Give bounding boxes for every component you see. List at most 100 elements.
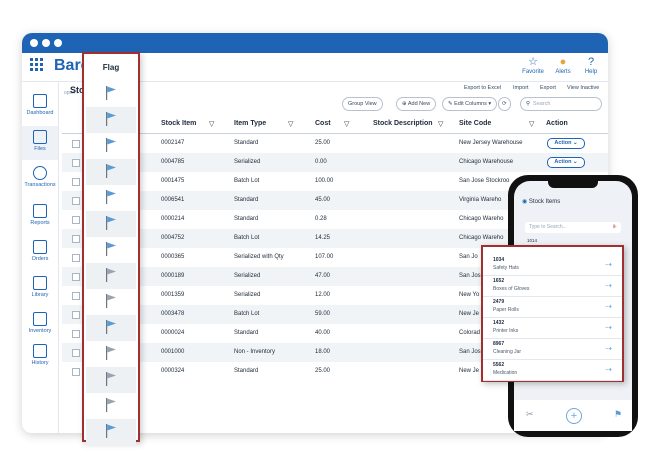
column-cost[interactable]: Cost <box>315 120 331 127</box>
sidebar-item-files[interactable]: Files <box>22 126 58 160</box>
row-checkbox[interactable] <box>72 159 80 167</box>
row-checkbox[interactable] <box>72 368 80 376</box>
favorite-button[interactable]: ☆ Favorite <box>516 55 550 75</box>
phone-peek-item: 1014 <box>527 238 538 243</box>
cell-cost: 14.25 <box>315 235 331 241</box>
row-checkbox[interactable] <box>72 292 80 300</box>
filter-icon[interactable]: ▽ <box>529 120 534 128</box>
phone-search-input[interactable]: Type to Search... ⊪ <box>525 222 621 233</box>
sidebar-item-library[interactable]: Library <box>22 276 58 304</box>
barcode-icon[interactable]: ⊪ <box>613 222 617 233</box>
list-item[interactable]: 2479 Paper Rolls ⇢ <box>483 296 622 318</box>
export-link[interactable]: Export <box>540 85 556 91</box>
sidebar-item-label: Reports <box>30 220 50 226</box>
import-link[interactable]: Import <box>513 85 529 91</box>
flag-icon[interactable]: ⚑ <box>614 409 622 420</box>
flag-cell[interactable] <box>86 159 136 185</box>
arrow-right-icon[interactable]: ⇢ <box>605 302 612 311</box>
item-number: 8967 <box>493 341 505 347</box>
cell-stock-item: 0003478 <box>161 311 185 317</box>
cell-site-code: New Jersey Warehouse <box>459 140 523 146</box>
cell-stock-item: 0000214 <box>161 216 185 222</box>
row-checkbox[interactable] <box>72 216 80 224</box>
row-checkbox[interactable] <box>72 235 80 243</box>
phone-title: ◉ Stock Items <box>522 198 560 205</box>
cell-site-code: San Jos <box>459 349 481 355</box>
flag-cell[interactable] <box>86 81 136 107</box>
list-item[interactable]: 1034 Safety Hats ⇢ <box>483 254 622 276</box>
list-item[interactable]: 5562 Medication ⇢ <box>483 359 622 381</box>
add-new-button[interactable]: ⊕ Add New <box>396 97 437 111</box>
flag-cell[interactable] <box>86 107 136 133</box>
edit-columns-button[interactable]: ✎ Edit Columns ▾ <box>442 97 498 111</box>
sidebar-item-label: History <box>31 360 49 366</box>
filter-icon[interactable]: ▽ <box>344 120 349 128</box>
help-button[interactable]: ? Help <box>574 55 608 75</box>
window-dot-icon[interactable] <box>42 39 50 47</box>
sidebar-item-label: Transactions <box>24 182 56 188</box>
row-checkbox[interactable] <box>72 178 80 186</box>
flag-cell[interactable] <box>86 211 136 237</box>
flag-cell[interactable] <box>86 419 136 445</box>
tools-icon[interactable]: ✂ <box>526 409 534 420</box>
flag-cell[interactable] <box>86 315 136 341</box>
row-checkbox[interactable] <box>72 349 80 357</box>
phone-add-button[interactable]: + <box>566 408 582 424</box>
arrow-right-icon[interactable]: ⇢ <box>605 323 612 332</box>
question-icon: ? <box>587 56 595 68</box>
row-checkbox[interactable] <box>72 140 80 148</box>
arrow-right-icon[interactable]: ⇢ <box>605 260 612 269</box>
cell-item-type: Serialized <box>234 273 261 279</box>
sidebar-item-orders[interactable]: Orders <box>22 240 58 268</box>
row-checkbox[interactable] <box>72 197 80 205</box>
search-input[interactable]: ⚲ Search <box>520 97 602 111</box>
cell-item-type: Serialized <box>234 292 261 298</box>
row-checkbox[interactable] <box>72 311 80 319</box>
sidebar-item-transactions[interactable]: Transactions <box>22 166 58 194</box>
filter-icon[interactable]: ▽ <box>288 120 293 128</box>
arrow-right-icon[interactable]: ⇢ <box>605 281 612 290</box>
window-dot-icon[interactable] <box>54 39 62 47</box>
cell-site-code: San Jos <box>459 273 481 279</box>
flag-cell[interactable] <box>86 133 136 159</box>
back-icon[interactable]: ◉ <box>522 199 529 205</box>
flag-cell[interactable] <box>86 393 136 419</box>
sidebar-item-reports[interactable]: Reports <box>22 204 58 232</box>
column-stock-item[interactable]: Stock Item <box>161 120 196 127</box>
flag-cell[interactable] <box>86 367 136 393</box>
flag-cell[interactable] <box>86 185 136 211</box>
view-inactive-link[interactable]: View Inactive <box>567 85 599 91</box>
action-dropdown[interactable]: Action ⌄ <box>547 157 585 168</box>
add-new-label: Add New <box>407 101 431 107</box>
list-icon <box>33 344 47 358</box>
list-item[interactable]: 1432 Printer Inks ⇢ <box>483 317 622 339</box>
export-to-excel-link[interactable]: Export to Excel <box>464 85 501 91</box>
table-row[interactable]: 0004785 Serialized 0.00 Chicago Warehouse Ac… <box>62 153 608 172</box>
column-item-type[interactable]: Item Type <box>234 120 266 127</box>
sidebar-item-dashboard[interactable]: Dashboard <box>22 94 58 122</box>
flag-cell[interactable] <box>86 263 136 289</box>
filter-icon[interactable]: ▽ <box>438 120 443 128</box>
filter-icon[interactable]: ▽ <box>209 120 214 128</box>
arrow-right-icon[interactable]: ⇢ <box>605 365 612 374</box>
row-checkbox[interactable] <box>72 330 80 338</box>
table-row[interactable]: 0002147 Standard 25.00 New Jersey Warehouse… <box>62 134 608 153</box>
refresh-button[interactable]: ⟳ <box>498 97 511 111</box>
list-item[interactable]: 1652 Boxes of Gloves ⇢ <box>483 275 622 297</box>
group-view-button[interactable]: Group View <box>342 97 383 111</box>
window-dot-icon[interactable] <box>30 39 38 47</box>
column-site-code[interactable]: Site Code <box>459 120 491 127</box>
apps-grid-icon[interactable] <box>30 58 44 72</box>
list-item[interactable]: 8967 Cleaning Jar ⇢ <box>483 338 622 360</box>
item-number: 1432 <box>493 320 505 326</box>
flag-cell[interactable] <box>86 237 136 263</box>
flag-cell[interactable] <box>86 341 136 367</box>
column-stock-description[interactable]: Stock Description <box>373 120 433 127</box>
action-dropdown[interactable]: Action ⌄ <box>547 138 585 149</box>
flag-cell[interactable] <box>86 289 136 315</box>
row-checkbox[interactable] <box>72 273 80 281</box>
row-checkbox[interactable] <box>72 254 80 262</box>
sidebar-item-history[interactable]: History <box>22 344 58 372</box>
arrow-right-icon[interactable]: ⇢ <box>605 344 612 353</box>
sidebar-item-inventory[interactable]: Inventory <box>22 312 58 340</box>
